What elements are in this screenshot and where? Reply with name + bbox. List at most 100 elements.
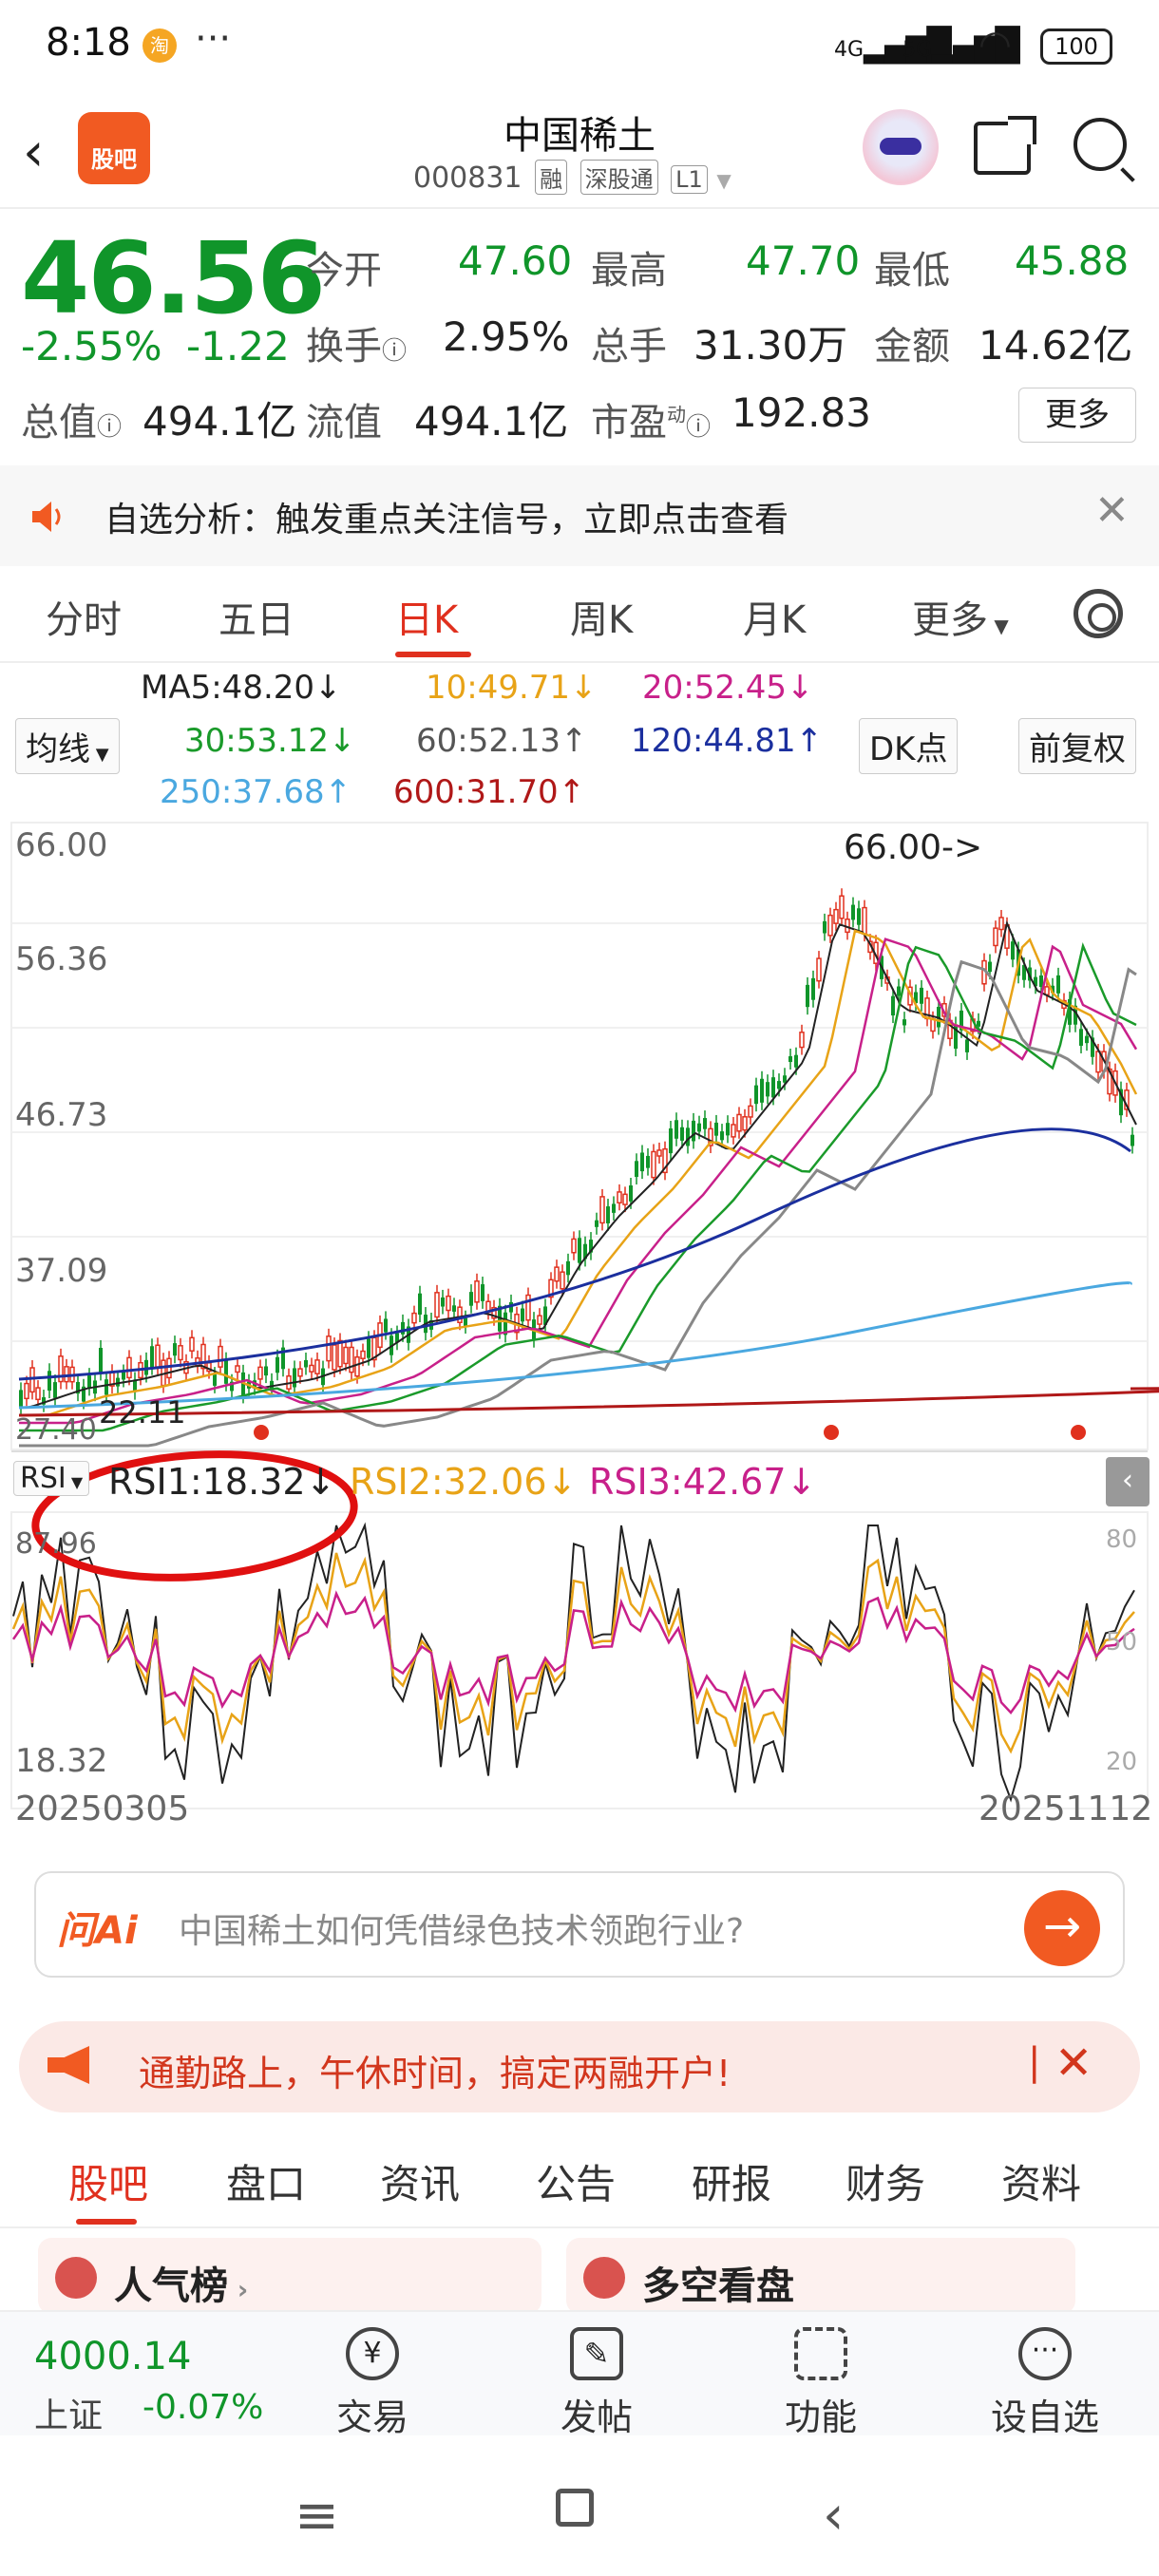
share-icon[interactable]: [974, 116, 1036, 175]
indicator-select[interactable]: 均线 ▼: [15, 718, 120, 774]
quote-panel: 46.56 -2.55% -1.22 今开 47.60 最高 47.70 最低 …: [0, 211, 1159, 467]
candle-body: [53, 1382, 57, 1398]
tab-order-book[interactable]: 盘口: [226, 2152, 306, 2210]
battery-icon: 100: [1040, 28, 1112, 65]
y-label-2: 56.36: [15, 940, 108, 978]
y-label-1: 66.00: [15, 826, 108, 864]
change-amount: -1.22: [186, 323, 290, 369]
candle-body: [264, 1366, 268, 1376]
index-value[interactable]: 4000.14: [34, 2335, 191, 2378]
collapse-panel-icon[interactable]: ‹: [1106, 1457, 1150, 1506]
tab-guba[interactable]: 股吧: [68, 2152, 148, 2210]
price-adjust-select[interactable]: 前复权: [1018, 718, 1136, 774]
trade-button[interactable]: 交易: [296, 2388, 448, 2440]
stock-code-row[interactable]: 000831 融 深股通 L1 ▼: [413, 160, 732, 195]
feature-cards: 人气榜 › 多空看盘: [0, 2228, 1159, 2314]
candle-body: [692, 1120, 695, 1142]
ai-robot-icon[interactable]: [863, 109, 939, 185]
candle-body: [977, 1020, 980, 1027]
x-start-date: 20250305: [15, 1790, 190, 1828]
chevron-right-icon: ›: [228, 2274, 249, 2305]
rsi-select[interactable]: RSI ▼: [13, 1461, 90, 1496]
tab-five-day[interactable]: 五日: [218, 589, 294, 644]
post-button[interactable]: 发帖: [521, 2388, 673, 2440]
back-nav-icon[interactable]: ‹: [823, 2485, 844, 2547]
y-label-5: 27.40: [15, 1413, 97, 1447]
rsi-line: [12, 1522, 1135, 1803]
tab-daily-k[interactable]: 日K: [395, 589, 458, 644]
candle-body: [1130, 1134, 1134, 1146]
turnover-label: 换手ⓘ: [306, 325, 408, 369]
candle-body: [554, 1266, 560, 1282]
candle-body: [794, 1054, 798, 1068]
more-button[interactable]: 更多: [1018, 388, 1136, 443]
functions-button[interactable]: 功能: [745, 2388, 897, 2440]
min-price-annotation: 22.11: [99, 1394, 186, 1430]
ma600-value: 600:31.70↑: [393, 773, 586, 811]
active-tab-indicator: [76, 2219, 137, 2225]
candle-body: [651, 1150, 656, 1179]
arrow-right-icon[interactable]: →: [1024, 1890, 1100, 1966]
ai-question-text[interactable]: 中国稀土如何凭借绿色技术领跑行业?: [179, 1904, 744, 1953]
index-name[interactable]: 上证: [34, 2388, 103, 2437]
chevron-down-icon: ▼: [90, 745, 109, 765]
tab-more[interactable]: 更多 ▼: [912, 589, 1009, 644]
candle-body: [771, 1077, 775, 1098]
candle-body: [902, 1019, 906, 1026]
dk-point-select[interactable]: DK点: [859, 718, 959, 774]
gear-icon[interactable]: [1074, 589, 1123, 638]
candle-body: [612, 1203, 616, 1213]
ai-question-box[interactable]: 问Ai 中国稀土如何凭借绿色技术领跑行业? →: [34, 1871, 1125, 1978]
active-tab-indicator: [395, 652, 471, 657]
candle-body: [213, 1374, 217, 1386]
tab-profile[interactable]: 资料: [1001, 2152, 1081, 2210]
tab-weekly-k[interactable]: 周K: [570, 589, 633, 644]
candle-body: [200, 1343, 206, 1370]
candle-body: [19, 1390, 23, 1408]
candle-body: [629, 1185, 633, 1202]
ma120-value: 120:44.81↑: [631, 722, 824, 760]
candle-body: [87, 1375, 91, 1389]
candle-body: [337, 1339, 343, 1368]
candle-body: [988, 961, 992, 973]
long-short-card[interactable]: 多空看盘: [566, 2238, 1075, 2314]
candle-body: [891, 995, 895, 1016]
candle-body: [166, 1357, 172, 1379]
mktcap-label: 总值ⓘ: [21, 401, 123, 445]
close-icon[interactable]: ✕: [1054, 2036, 1092, 2090]
rsi3-value: RSI3:42.67↓: [589, 1461, 817, 1503]
change-percent: -2.55%: [21, 323, 162, 369]
kline-svg[interactable]: [0, 819, 1159, 1845]
candle-body: [680, 1127, 684, 1141]
candle-body: [731, 1124, 736, 1138]
candle-body: [862, 906, 867, 935]
popularity-card[interactable]: 人气榜 ›: [38, 2238, 542, 2314]
menu-icon[interactable]: ≡: [294, 2485, 339, 2547]
tab-announcements[interactable]: 公告: [536, 2152, 616, 2210]
rsi1-value: RSI1:18.32↓: [108, 1461, 336, 1503]
low-label: 最低: [874, 249, 950, 293]
add-watchlist-button[interactable]: 设自选: [969, 2388, 1121, 2440]
candle-body: [993, 927, 998, 947]
search-icon[interactable]: [1074, 118, 1127, 171]
notice-text: 自选分析：触发重点关注信号，立即点击查看: [104, 501, 789, 540]
candle-body: [446, 1295, 451, 1312]
candle-body: [851, 904, 855, 920]
ma-lines-group: [18, 919, 1159, 1448]
notice-bar[interactable]: 自选分析：触发重点关注信号，立即点击查看 ✕: [0, 465, 1159, 566]
tab-research[interactable]: 研报: [692, 2152, 771, 2210]
max-price-annotation: 66.00->: [844, 828, 983, 867]
close-icon[interactable]: ✕: [1094, 486, 1130, 535]
promo-banner[interactable]: 通勤路上，午休时间，搞定两融开户! | ✕: [19, 2021, 1140, 2112]
kline-chart[interactable]: 66.00 56.36 46.73 37.09 27.40 66.00-> 22…: [0, 819, 1159, 1845]
tab-monthly-k[interactable]: 月K: [743, 589, 806, 644]
ma250-line: [18, 1281, 1132, 1410]
candle-body: [857, 908, 861, 925]
tab-finance[interactable]: 财务: [846, 2152, 925, 2210]
candle-body: [384, 1318, 388, 1333]
mktcap-value: 494.1亿: [142, 398, 297, 445]
candle-body: [606, 1206, 610, 1223]
tab-intraday[interactable]: 分时: [46, 589, 122, 644]
tab-news[interactable]: 资讯: [380, 2152, 460, 2210]
home-icon[interactable]: [556, 2489, 594, 2527]
